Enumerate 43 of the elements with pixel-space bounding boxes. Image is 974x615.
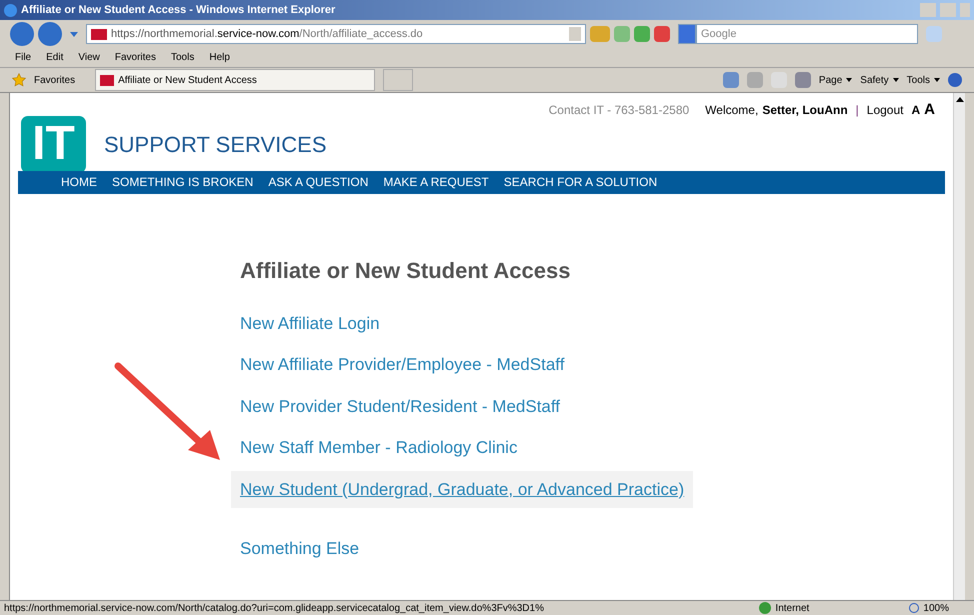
logout-link[interactable]: Logout <box>866 101 904 120</box>
page-link[interactable]: New Affiliate Provider/Employee - MedStaff <box>240 355 564 374</box>
welcome-text: Welcome, <box>705 102 758 120</box>
it-logo: IT <box>21 116 86 172</box>
menu-item[interactable]: File <box>15 50 32 65</box>
command-menu[interactable]: Safety <box>860 72 899 88</box>
nav-link[interactable]: SEARCH FOR A SOLUTION <box>504 173 658 191</box>
user-name: Setter, LouAnn <box>762 102 848 120</box>
nav-link[interactable]: MAKE A REQUEST <box>383 173 489 191</box>
close-button[interactable] <box>960 3 970 17</box>
search-field[interactable]: Google <box>696 24 918 44</box>
nav-link[interactable]: ASK A QUESTION <box>268 173 368 191</box>
menu-item[interactable]: Help <box>209 50 230 65</box>
page-link[interactable]: New Provider Student/Resident - MedStaff <box>240 396 560 416</box>
star-icon <box>12 73 26 87</box>
separator-text: | <box>856 102 859 120</box>
page-link[interactable]: New Affiliate Login <box>240 314 380 332</box>
command-menu[interactable]: Tools <box>906 72 940 88</box>
nav-link[interactable]: HOME <box>61 173 97 191</box>
scroll-up-icon[interactable] <box>956 97 964 102</box>
page-link[interactable]: New Staff Member - Radiology Clinic <box>240 438 518 457</box>
nav-link[interactable]: SOMETHING IS BROKEN <box>112 173 254 191</box>
favorites-button[interactable]: Favorites <box>34 72 76 88</box>
font-small-button[interactable]: A <box>911 101 920 120</box>
page-link[interactable]: Something Else <box>240 539 360 558</box>
menu-item[interactable]: Edit <box>46 50 64 65</box>
menu-item[interactable]: Tools <box>170 50 194 65</box>
site-title: SUPPORT SERVICES <box>104 130 327 158</box>
window-title: Affiliate or New Student Access - Windows Internet Explorer <box>21 2 336 18</box>
minimize-button[interactable] <box>920 3 936 17</box>
page-heading: Affiliate or New Student Access <box>239 256 572 284</box>
menu-item[interactable]: Favorites <box>114 50 156 65</box>
menu-item[interactable]: View <box>78 50 100 65</box>
contact-text: Contact IT - 763-581-2580 <box>548 102 690 120</box>
zoom-level[interactable]: 100% <box>923 600 974 615</box>
new-tab-button[interactable] <box>383 69 414 91</box>
restore-button[interactable] <box>940 3 956 17</box>
command-menu[interactable]: Page <box>818 72 852 88</box>
zone-text: Internet <box>775 602 810 615</box>
browser-tab[interactable]: Affiliate or New Student Access <box>95 69 376 91</box>
font-large-button[interactable]: A <box>924 99 935 122</box>
address-field[interactable]: https://northmemorial.service-now.com/North/affiliate_access.do <box>86 24 586 44</box>
status-text: https://northmemorial.service-now.com/North/catalog.do?uri=com.glideapp.servicecatalog_cat_item_view.do%3Fv%3D1% <box>3 602 545 615</box>
